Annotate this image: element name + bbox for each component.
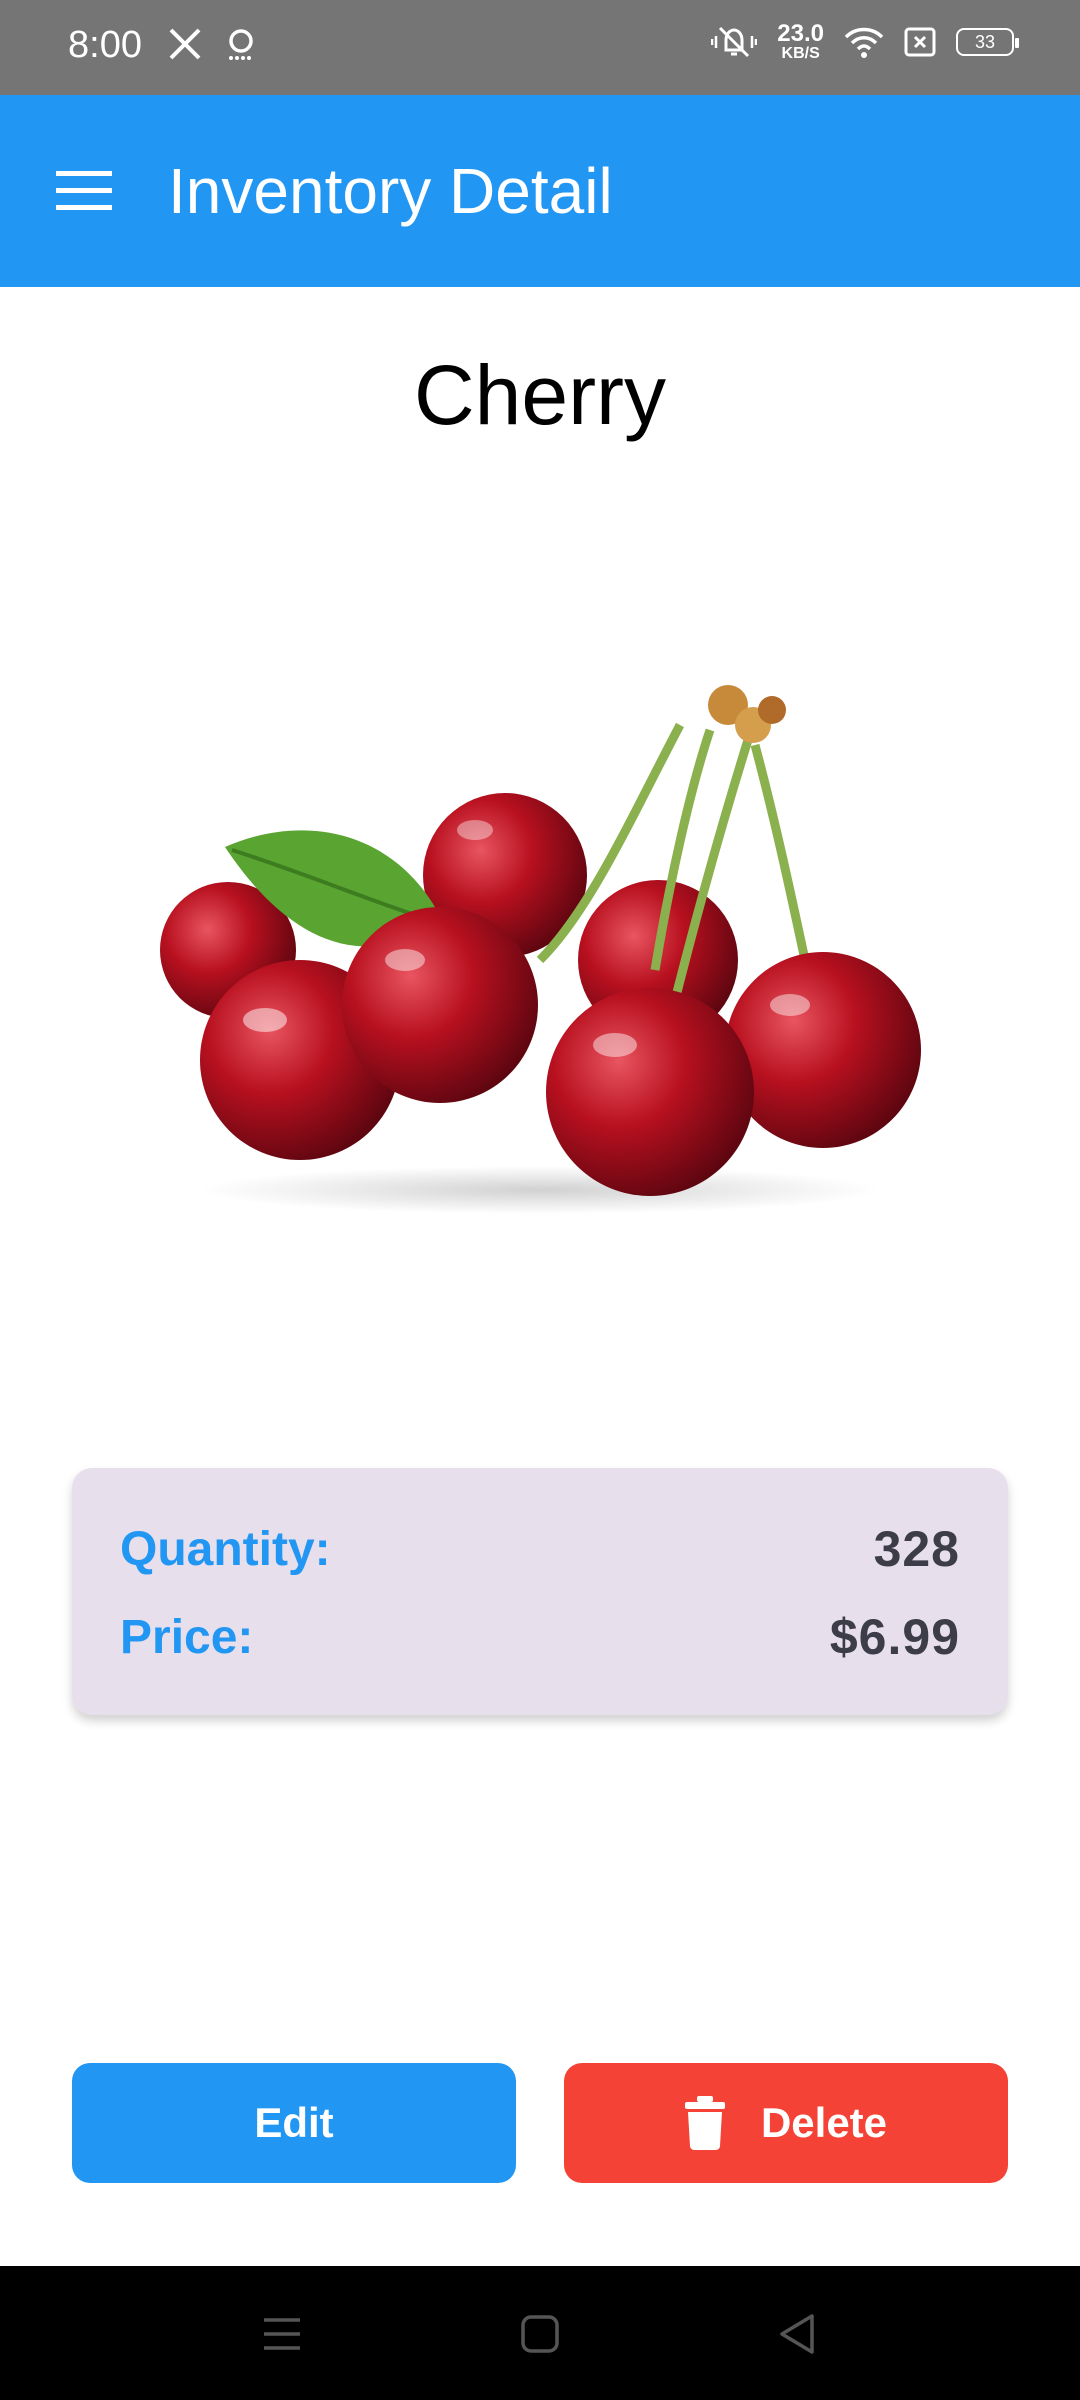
item-name: Cherry bbox=[413, 348, 667, 442]
back-icon[interactable] bbox=[768, 2304, 828, 2364]
trash-icon bbox=[684, 2096, 725, 2150]
edit-button[interactable]: Edit bbox=[72, 2063, 516, 2183]
inventory-info-card: Quantity: 328 Price: $6.99 bbox=[72, 1468, 1008, 1715]
status-left-icons bbox=[168, 26, 258, 62]
sim-off-icon bbox=[904, 27, 936, 57]
quantity-value: 328 bbox=[873, 1521, 960, 1577]
recents-icon[interactable] bbox=[252, 2304, 312, 2364]
network-speed: 23.0 KB/S bbox=[777, 22, 824, 62]
price-value: $6.99 bbox=[829, 1609, 960, 1665]
network-speed-unit: KB/S bbox=[781, 45, 820, 62]
cherries-image bbox=[160, 685, 921, 1214]
wifi-icon bbox=[844, 27, 884, 58]
delete-button[interactable]: Delete bbox=[564, 2063, 1008, 2183]
assistant-icon bbox=[229, 29, 253, 60]
system-nav-bar bbox=[0, 2266, 1080, 2400]
status-bar: 8:00 23.0 KB/S 33 bbox=[0, 0, 1080, 95]
x-logo-icon bbox=[169, 28, 201, 60]
hamburger-menu-icon[interactable] bbox=[56, 171, 112, 211]
battery-icon: 33 bbox=[956, 28, 1019, 56]
delete-button-label: Delete bbox=[760, 2099, 888, 2146]
status-time: 8:00 bbox=[68, 24, 142, 66]
app-bar: Inventory Detail bbox=[0, 95, 1080, 287]
price-row: Price: $6.99 bbox=[120, 1602, 960, 1672]
page-title: Inventory Detail bbox=[168, 155, 613, 227]
quantity-label: Quantity: bbox=[120, 1522, 331, 1576]
quantity-row: Quantity: 328 bbox=[120, 1514, 960, 1584]
price-label: Price: bbox=[120, 1610, 254, 1664]
vibrate-mute-icon bbox=[711, 26, 758, 58]
home-icon[interactable] bbox=[510, 2304, 570, 2364]
network-speed-value: 23.0 bbox=[777, 20, 824, 47]
battery-level: 33 bbox=[974, 31, 996, 52]
edit-button-label: Edit bbox=[254, 2099, 334, 2146]
status-right-icons: 23.0 KB/S 33 bbox=[711, 22, 1019, 62]
